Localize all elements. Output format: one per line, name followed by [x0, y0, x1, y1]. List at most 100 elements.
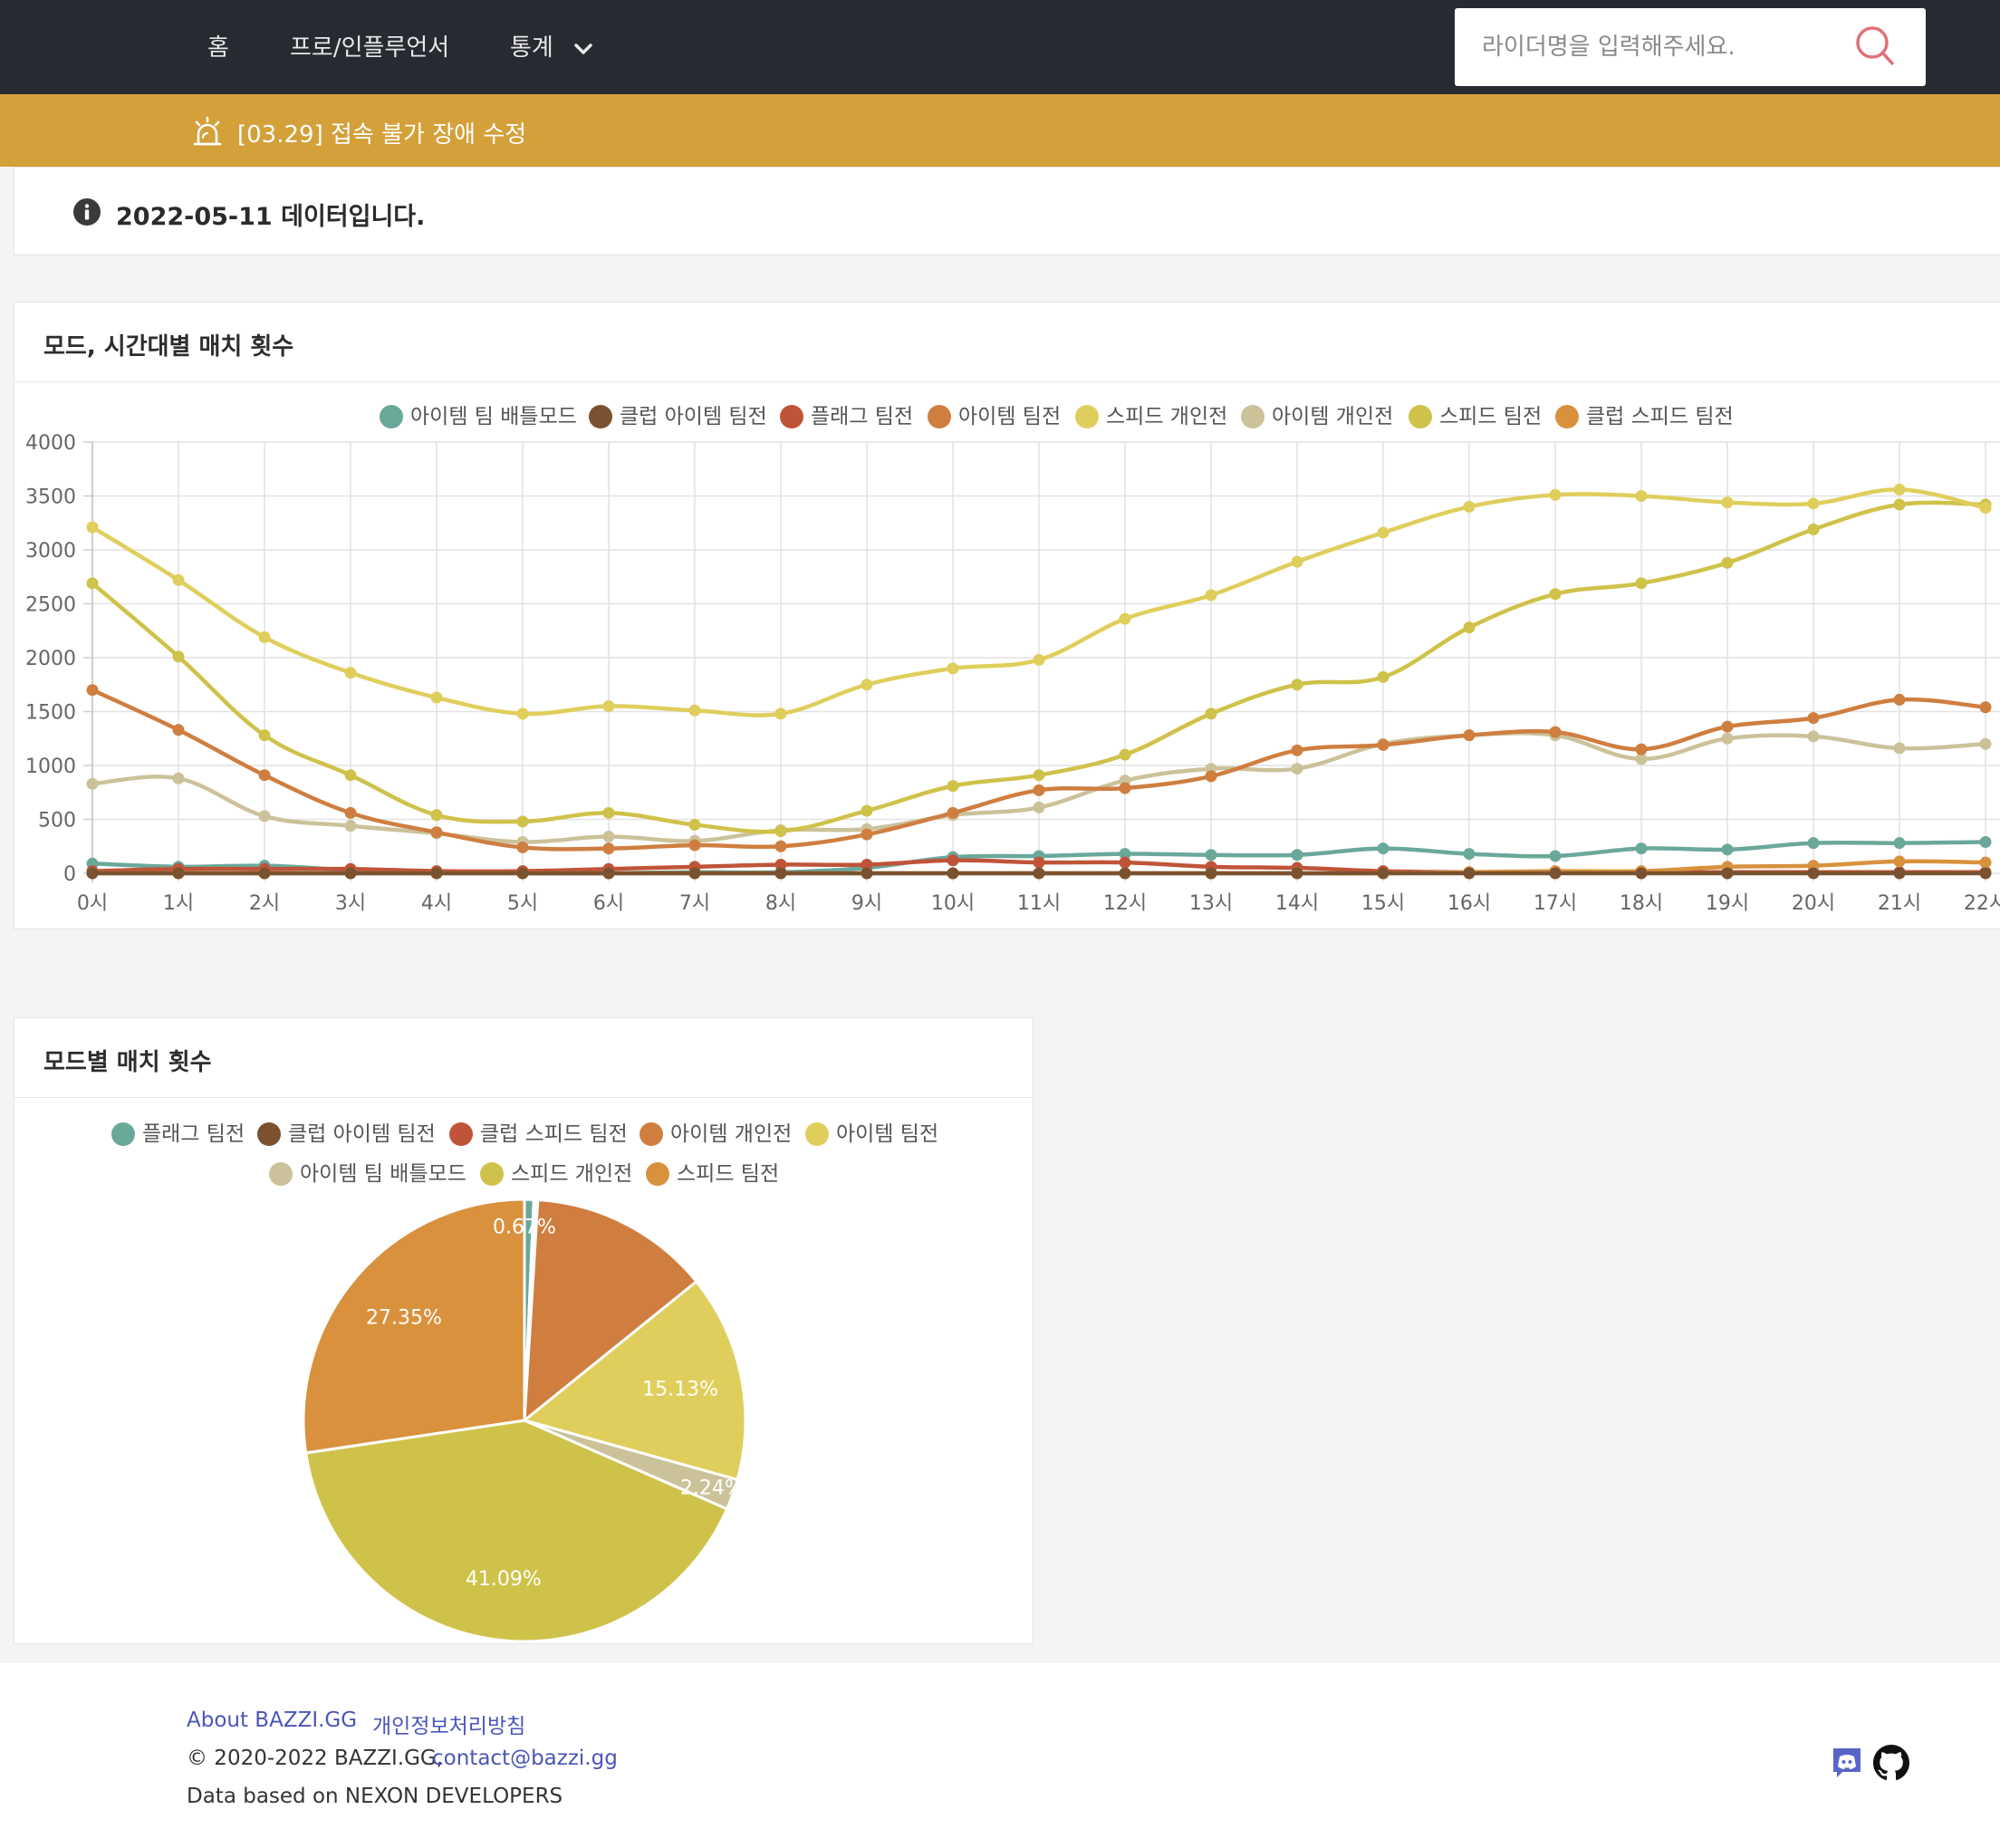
y-tick-label: 3000: [25, 540, 76, 563]
data-point: [688, 839, 701, 852]
about-link[interactable]: About BAZZI.GG: [187, 1708, 357, 1732]
notice-link[interactable]: [03.29] 접속 불가 장애 수정: [237, 116, 526, 149]
y-tick-label: 1000: [25, 756, 76, 778]
y-tick-label: 3500: [25, 486, 76, 509]
data-point: [1721, 843, 1734, 856]
data-point: [947, 806, 959, 819]
data-point: [1635, 577, 1648, 590]
x-tick-label: 17시: [1534, 892, 1577, 915]
data-point: [602, 831, 615, 843]
data-point: [947, 662, 959, 675]
data-point: [1893, 693, 1906, 706]
data-point: [1205, 589, 1217, 602]
x-tick-label: 3시: [335, 892, 366, 915]
data-point: [1893, 855, 1906, 868]
contact-email-link[interactable]: contact@bazzi.gg: [432, 1747, 618, 1770]
github-icon[interactable]: [1873, 1745, 1909, 1781]
y-tick-label: 0: [63, 863, 76, 886]
data-point: [1807, 712, 1820, 725]
data-point: [1549, 588, 1562, 601]
data-date-card: 2022-05-11 데이터입니다.: [14, 167, 2000, 255]
data-point: [1377, 526, 1389, 539]
data-point: [1893, 498, 1906, 511]
data-point: [172, 772, 185, 784]
data-point: [430, 691, 443, 704]
data-point: [344, 769, 357, 782]
data-point: [1463, 848, 1476, 861]
data-point: [516, 841, 529, 853]
data-point: [258, 630, 271, 643]
data-point: [774, 707, 787, 720]
nav-stats-dropdown[interactable]: 통계: [510, 29, 593, 63]
data-point: [1893, 742, 1906, 755]
data-point: [1033, 653, 1045, 666]
data-point: [1463, 500, 1476, 513]
privacy-policy-link[interactable]: 개인정보처리방침: [372, 1708, 525, 1739]
x-tick-label: 1시: [163, 892, 194, 915]
data-point: [1119, 867, 1131, 880]
copyright-text: © 2020-2022 BAZZI.GG,: [187, 1747, 444, 1770]
x-tick-label: 19시: [1706, 892, 1749, 915]
data-point: [1463, 729, 1476, 742]
data-point: [1721, 496, 1734, 509]
alarm-siren-icon: [193, 116, 222, 146]
x-tick-label: 12시: [1103, 892, 1147, 915]
nav-home-link[interactable]: 홈: [207, 29, 229, 63]
x-tick-label: 16시: [1447, 892, 1491, 915]
x-tick-label: 2시: [249, 892, 280, 915]
data-point: [430, 867, 443, 880]
data-point: [688, 867, 701, 880]
pie-chart: 0.67% 15.13% 2.24% 41.09% 27.35%: [302, 1198, 747, 1643]
x-tick-label: 20시: [1792, 892, 1835, 915]
data-point: [516, 867, 529, 880]
nav-pro-link[interactable]: 프로/인플루언서: [290, 29, 449, 63]
data-point: [1979, 835, 1992, 848]
data-point: [258, 810, 271, 823]
y-tick-label: 2000: [25, 648, 76, 670]
data-point: [1033, 784, 1045, 796]
data-point: [1291, 679, 1303, 691]
data-point: [86, 577, 99, 590]
data-point: [1291, 849, 1303, 861]
data-point: [688, 704, 701, 717]
data-point: [947, 780, 959, 793]
data-point: [430, 826, 443, 839]
x-tick-label: 4시: [421, 892, 452, 915]
data-point: [1549, 726, 1562, 738]
data-point: [1721, 556, 1734, 569]
x-tick-label: 8시: [765, 892, 796, 915]
pie-slice-label: 27.35%: [366, 1306, 442, 1329]
x-tick-label: 18시: [1620, 892, 1663, 915]
data-point: [86, 777, 99, 790]
y-tick-label: 500: [38, 810, 76, 833]
x-tick-label: 7시: [679, 892, 710, 915]
data-point: [1549, 850, 1562, 862]
pie-slice-label: 15.13%: [642, 1378, 718, 1400]
x-tick-label: 13시: [1189, 892, 1233, 915]
rider-search-input[interactable]: [1482, 28, 1844, 66]
data-point: [1721, 720, 1734, 733]
data-point: [1463, 867, 1476, 880]
data-point: [86, 684, 99, 697]
data-point: [1119, 856, 1131, 869]
data-point: [344, 820, 357, 833]
discord-icon[interactable]: [1830, 1745, 1864, 1779]
data-point: [172, 573, 185, 586]
data-point: [344, 667, 357, 679]
data-point: [258, 769, 271, 782]
search-icon[interactable]: [1855, 25, 1895, 67]
data-point: [1893, 483, 1906, 496]
x-tick-label: 9시: [851, 892, 882, 915]
data-point: [1893, 837, 1906, 850]
data-point: [1979, 502, 1992, 515]
y-tick-label: 4000: [25, 432, 76, 455]
pie-slice-label: 41.09%: [466, 1568, 542, 1591]
data-point: [1033, 769, 1045, 782]
data-point: [258, 867, 271, 880]
data-point: [1291, 555, 1303, 568]
data-point: [774, 840, 787, 852]
data-point: [602, 806, 615, 819]
data-point: [1807, 867, 1820, 880]
data-point: [1205, 867, 1217, 880]
data-point: [947, 854, 959, 867]
